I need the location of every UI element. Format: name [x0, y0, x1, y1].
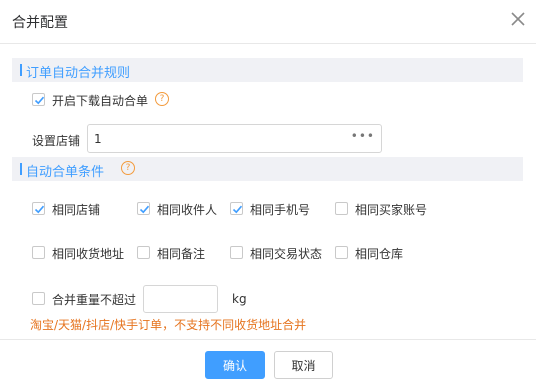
condition-label: 相同买家账号 [355, 203, 428, 217]
section-title: 自动合单条件 [26, 165, 105, 180]
cancel-button[interactable]: 取消 [274, 351, 333, 379]
condition-label: 相同手机号 [250, 203, 311, 217]
section-title: 订单自动合并规则 [26, 66, 131, 81]
ellipsis-icon[interactable]: ••• [351, 129, 375, 143]
store-value: 1 [94, 132, 102, 146]
condition-label: 相同备注 [157, 247, 206, 261]
auto-merge-download-label: 开启下载自动合单 [52, 94, 149, 108]
condition-checkbox-same-store[interactable] [32, 202, 45, 215]
condition-label: 相同店铺 [52, 203, 101, 217]
section-accent [20, 64, 22, 76]
condition-checkbox-same-remark[interactable] [137, 246, 150, 259]
condition-checkbox-same-trade-status[interactable] [230, 246, 243, 259]
weight-unit: kg [232, 292, 247, 306]
close-icon[interactable] [510, 11, 526, 27]
weight-input[interactable] [143, 285, 218, 313]
dialog-title: 合并配置 [12, 15, 68, 31]
store-label: 设置店铺 [32, 134, 81, 148]
condition-checkbox-same-address[interactable] [32, 246, 45, 259]
condition-checkbox-same-warehouse[interactable] [335, 246, 348, 259]
condition-checkbox-same-buyer-account[interactable] [335, 202, 348, 215]
condition-checkbox-same-recipient[interactable] [137, 202, 150, 215]
store-input[interactable]: 1 ••• [87, 124, 382, 153]
help-icon[interactable]: ? [155, 92, 169, 106]
section-header-merge-rules: 订单自动合并规则 [12, 58, 523, 82]
section-accent [20, 163, 22, 175]
footer-divider [0, 339, 536, 340]
condition-label: 相同交易状态 [250, 247, 323, 261]
confirm-button[interactable]: 确认 [205, 351, 265, 379]
condition-checkbox-same-phone[interactable] [230, 202, 243, 215]
auto-merge-download-checkbox[interactable] [32, 93, 45, 106]
condition-label: 相同收货地址 [52, 247, 125, 261]
section-header-merge-conditions: 自动合单条件 [12, 157, 523, 181]
dialog-header: 合并配置 [0, 0, 536, 44]
condition-label: 相同收件人 [157, 203, 218, 217]
weight-limit-label: 合并重量不超过 [52, 293, 137, 307]
condition-label: 相同仓库 [355, 247, 404, 261]
weight-limit-checkbox[interactable] [32, 292, 45, 305]
warning-text: 淘宝/天猫/抖店/快手订单，不支持不同收货地址合并 [30, 318, 307, 332]
help-icon[interactable]: ? [121, 161, 135, 175]
